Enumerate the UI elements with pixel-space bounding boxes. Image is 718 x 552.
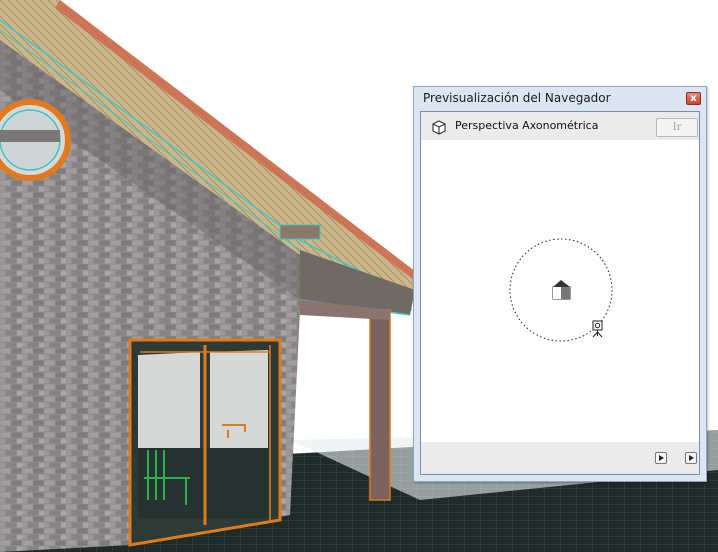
current-view-row: Perspectiva Axonométrica Ir: [421, 112, 699, 140]
close-button[interactable]: x: [686, 92, 701, 105]
play-icon[interactable]: [655, 452, 667, 464]
camera-icon[interactable]: [592, 320, 603, 338]
palette-bottom-bar: [421, 442, 699, 474]
go-button[interactable]: Ir: [656, 118, 698, 137]
palette-title: Previsualización del Navegador: [423, 91, 611, 105]
cube-outline-icon: [432, 120, 446, 135]
house-icon: [552, 280, 571, 300]
palette-body: Perspectiva Axonométrica Ir: [420, 111, 700, 475]
preview-area[interactable]: [421, 140, 699, 442]
preview-canvas: [509, 238, 613, 342]
navigator-preview-palette: Previsualización del Navegador x Perspec…: [413, 86, 707, 482]
play-icon[interactable]: [685, 452, 697, 464]
view-name-label: Perspectiva Axonométrica: [455, 119, 599, 132]
